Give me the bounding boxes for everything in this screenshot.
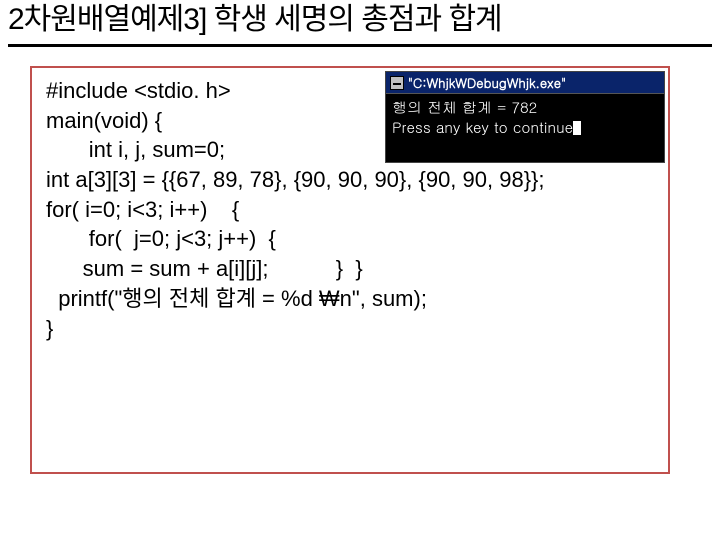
code-line: sum = sum + a[i][j]; } } <box>46 254 654 284</box>
console-window: "C:WhjkWDebugWhjk.exe" 행의 전체 합계 = 782 Pr… <box>385 71 665 163</box>
code-box: "C:WhjkWDebugWhjk.exe" 행의 전체 합계 = 782 Pr… <box>30 66 670 474</box>
code-line: printf("행의 전체 합계 = %d ₩n", sum); <box>46 284 654 314</box>
code-line: } <box>46 314 654 344</box>
console-line2: Press any key to continue <box>392 117 573 138</box>
slide-title: 2차원배열예제3] 학생 세명의 총점과 합계 <box>8 2 712 47</box>
console-body: 행의 전체 합계 = 782 Press any key to continue <box>386 94 664 143</box>
cmd-icon <box>390 76 404 90</box>
console-line1: 행의 전체 합계 = 782 <box>392 97 537 118</box>
console-cursor <box>573 121 581 135</box>
console-titlebar: "C:WhjkWDebugWhjk.exe" <box>386 72 664 94</box>
code-line: for( i=0; i<3; i++) { <box>46 195 654 225</box>
code-line: int a[3][3] = {{67, 89, 78}, {90, 90, 90… <box>46 165 654 195</box>
code-line: for( j=0; j<3; j++) { <box>46 224 654 254</box>
console-title: "C:WhjkWDebugWhjk.exe" <box>408 74 660 92</box>
